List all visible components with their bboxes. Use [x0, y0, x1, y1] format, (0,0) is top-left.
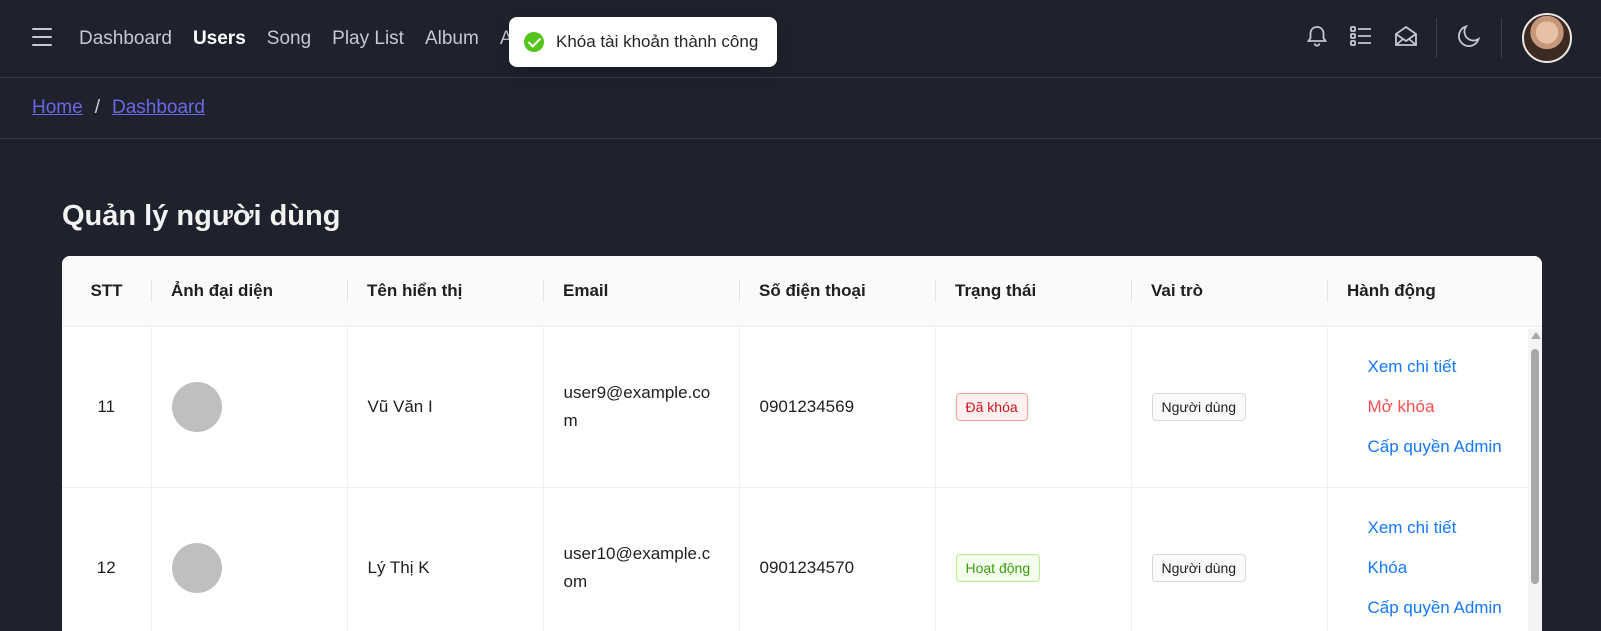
users-table-card: STT Ảnh đại diện Tên hiển thị Email Số đ… — [62, 256, 1542, 631]
row-email: user10@example.com — [543, 487, 740, 631]
column-header-avatar[interactable]: Ảnh đại diện — [151, 256, 347, 327]
menu-icon[interactable] — [32, 28, 52, 46]
view-details-link[interactable]: Xem chi tiết — [1368, 347, 1543, 387]
row-phone: 0901234569 — [739, 326, 936, 488]
row-status-cell: Hoạt động — [935, 487, 1132, 631]
row-email: user9@example.com — [543, 326, 740, 488]
header-divider — [1501, 18, 1502, 58]
toast-message: Khóa tài khoản thành công — [556, 32, 759, 51]
users-table: STT Ảnh đại diện Tên hiển thị Email Số đ… — [62, 256, 1542, 631]
table-row: 12 Lý Thị K user10@example.com 090123457… — [62, 487, 1542, 631]
page-title: Quản lý người dùng — [62, 200, 341, 232]
row-actions: Xem chi tiết Khóa Cấp quyền Admin — [1327, 487, 1542, 631]
header-divider — [1436, 18, 1437, 58]
column-header-actions[interactable]: Hành động — [1327, 256, 1542, 327]
grant-admin-link[interactable]: Cấp quyền Admin — [1368, 588, 1543, 628]
lock-link[interactable]: Khóa — [1368, 548, 1543, 588]
breadcrumb-home-link[interactable]: Home — [32, 97, 83, 119]
top-navbar: Dashboard Users Song Play List Album A — [0, 0, 1601, 78]
unlock-link[interactable]: Mở khóa — [1368, 387, 1543, 427]
column-header-status[interactable]: Trạng thái — [935, 256, 1131, 327]
scroll-up-arrow-icon[interactable] — [1531, 332, 1541, 339]
user-avatar[interactable] — [1522, 13, 1572, 63]
column-header-phone[interactable]: Số điện thoại — [739, 256, 935, 327]
view-details-link[interactable]: Xem chi tiết — [1368, 508, 1543, 548]
bell-icon[interactable] — [1303, 22, 1331, 50]
nav-item-song[interactable]: Song — [267, 28, 311, 50]
row-role-cell: Người dùng — [1131, 487, 1328, 631]
check-circle-icon — [524, 32, 544, 52]
row-avatar-cell — [151, 487, 348, 631]
row-status-cell: Đã khóa — [935, 326, 1132, 488]
column-header-name[interactable]: Tên hiển thị — [347, 256, 543, 327]
table-header-row: STT Ảnh đại diện Tên hiển thị Email Số đ… — [62, 256, 1542, 327]
list-icon[interactable] — [1347, 22, 1375, 50]
nav-item-dashboard[interactable]: Dashboard — [79, 28, 172, 50]
row-name: Lý Thị K — [347, 487, 544, 631]
breadcrumb: Home / Dashboard — [0, 78, 1601, 139]
avatar-placeholder — [171, 542, 222, 593]
mail-icon[interactable] — [1392, 22, 1420, 50]
role-badge: Người dùng — [1151, 553, 1247, 582]
moon-icon[interactable] — [1455, 22, 1483, 50]
nav-item-playlist[interactable]: Play List — [332, 28, 404, 50]
main-nav: Dashboard Users Song Play List Album A — [79, 0, 513, 78]
success-toast: Khóa tài khoản thành công — [509, 17, 777, 67]
breadcrumb-separator: / — [94, 97, 100, 118]
avatar-placeholder — [171, 381, 222, 432]
column-header-email[interactable]: Email — [543, 256, 739, 327]
row-name: Vũ Văn I — [347, 326, 544, 488]
row-role-cell: Người dùng — [1131, 326, 1328, 488]
breadcrumb-dashboard-link[interactable]: Dashboard — [112, 97, 205, 119]
table-row: 11 Vũ Văn I user9@example.com 0901234569… — [62, 326, 1543, 488]
role-badge: Người dùng — [1151, 392, 1247, 421]
nav-item-album[interactable]: Album — [425, 28, 479, 50]
column-header-role[interactable]: Vai trò — [1131, 256, 1327, 327]
scrollbar-thumb[interactable] — [1531, 349, 1539, 584]
row-stt: 12 — [62, 487, 152, 631]
nav-item-users[interactable]: Users — [193, 28, 246, 50]
row-actions: Xem chi tiết Mở khóa Cấp quyền Admin — [1327, 326, 1543, 488]
status-badge-active: Hoạt động — [955, 553, 1041, 582]
table-scrollbar[interactable] — [1528, 329, 1542, 631]
row-phone: 0901234570 — [739, 487, 936, 631]
grant-admin-link[interactable]: Cấp quyền Admin — [1368, 427, 1543, 467]
row-stt: 11 — [62, 326, 152, 488]
status-badge-locked: Đã khóa — [955, 392, 1028, 421]
row-avatar-cell — [151, 326, 348, 488]
column-header-stt[interactable]: STT — [62, 256, 151, 327]
